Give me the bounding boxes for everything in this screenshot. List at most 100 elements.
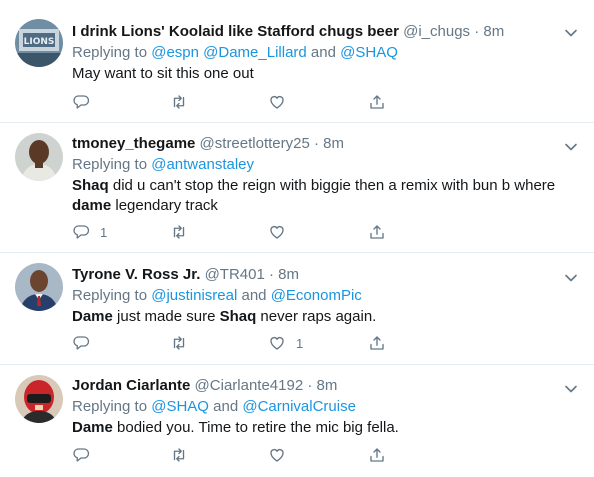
tweet-text-part: dame	[72, 197, 112, 214]
reply-icon	[73, 336, 90, 350]
user-handle[interactable]: @Ciarlante4192	[195, 377, 304, 394]
tweet-text-part: Shaq	[219, 308, 257, 325]
avatar[interactable]: LIONS	[15, 19, 63, 67]
replying-to-label: Replying to	[72, 156, 148, 173]
tweet-text: Dame bodied you. Time to retire the mic …	[72, 418, 564, 438]
avatar[interactable]	[15, 375, 63, 423]
chevron-down-icon[interactable]	[564, 26, 578, 40]
tweet-header: tmoney_thegame @streetlottery25 · 8m	[72, 134, 564, 154]
avatar[interactable]	[15, 263, 63, 311]
tweet-text-part: legendary track	[111, 197, 218, 214]
tweet[interactable]: LIONS I drink Lions' Koolaid like Staffo…	[0, 0, 594, 123]
svg-text:LIONS: LIONS	[24, 37, 55, 47]
share-button[interactable]	[368, 92, 386, 112]
user-handle[interactable]: @i_chugs	[403, 23, 470, 40]
reply-button[interactable]	[72, 333, 100, 353]
timestamp[interactable]: 8m	[278, 266, 299, 283]
timestamp[interactable]: 8m	[483, 23, 504, 40]
tweet[interactable]: Jordan Ciarlante @Ciarlante4192 · 8m Rep…	[0, 364, 594, 477]
like-button[interactable]	[268, 445, 296, 465]
tweet-header: I drink Lions' Koolaid like Stafford chu…	[72, 22, 564, 42]
retweet-button[interactable]	[170, 333, 198, 353]
tweet-header: Tyrone V. Ross Jr. @TR401 · 8m	[72, 265, 564, 285]
share-icon	[370, 95, 384, 109]
timestamp[interactable]: 8m	[317, 377, 338, 394]
like-button[interactable]: 1	[268, 333, 303, 353]
like-count: 1	[296, 335, 304, 351]
heart-icon	[270, 337, 284, 350]
separator-dot: ·	[269, 266, 274, 283]
tweet-actions	[72, 445, 492, 465]
heart-icon	[270, 96, 284, 109]
mention-link[interactable]: @Dame_Lillard	[203, 44, 307, 61]
share-icon	[370, 225, 384, 239]
mention-separator: and	[237, 287, 271, 304]
tweet-actions: 1	[72, 333, 492, 353]
heart-icon	[270, 226, 284, 239]
retweet-icon	[173, 448, 185, 462]
timestamp[interactable]: 8m	[323, 135, 344, 152]
separator-dot: ·	[314, 135, 319, 152]
reply-count: 1	[100, 224, 108, 240]
tweet-header: Jordan Ciarlante @Ciarlante4192 · 8m	[72, 376, 564, 396]
reply-icon	[73, 448, 90, 462]
chevron-down-icon[interactable]	[564, 140, 578, 154]
retweet-button[interactable]	[170, 445, 198, 465]
mention-link[interactable]: @espn	[151, 44, 199, 61]
tweet-text: Dame just made sure Shaq never raps agai…	[72, 307, 564, 327]
share-button[interactable]	[368, 333, 386, 353]
retweet-icon	[173, 336, 185, 350]
tweet-text: May want to sit this one out	[72, 64, 564, 84]
user-handle[interactable]: @TR401	[205, 266, 265, 283]
display-name[interactable]: Jordan Ciarlante	[72, 377, 190, 394]
chevron-down-icon[interactable]	[564, 382, 578, 396]
tweet-text: Shaq did u can't stop the reign with big…	[72, 176, 564, 216]
tweet-actions	[72, 92, 492, 112]
replying-to: Replying to @justinisreal and @EconomPic	[72, 286, 564, 306]
tweet-text-part: Dame	[72, 419, 113, 436]
mention-link[interactable]: @SHAQ	[340, 44, 398, 61]
reply-button[interactable]: 1	[72, 222, 107, 242]
share-button[interactable]	[368, 222, 386, 242]
replying-to-label: Replying to	[72, 398, 148, 415]
share-icon	[370, 448, 384, 462]
tweet-text-part: May want to sit this one out	[72, 65, 254, 82]
mention-separator: and	[306, 44, 341, 61]
share-button[interactable]	[368, 445, 386, 465]
separator-dot: ·	[474, 23, 480, 40]
avatar[interactable]	[15, 133, 63, 181]
retweet-button[interactable]	[170, 92, 198, 112]
tweet-text-part: Shaq	[72, 177, 109, 194]
reply-button[interactable]	[72, 92, 100, 112]
mention-link[interactable]: @EconomPic	[271, 287, 362, 304]
tweet-text-part: Dame	[72, 308, 113, 325]
heart-icon	[270, 449, 284, 462]
retweet-icon	[173, 95, 185, 109]
chevron-down-icon[interactable]	[564, 271, 578, 285]
replying-to: Replying to @espn @Dame_Lillard and @SHA…	[72, 43, 564, 63]
display-name[interactable]: Tyrone V. Ross Jr.	[72, 266, 200, 283]
like-button[interactable]	[268, 222, 296, 242]
mention-link[interactable]: @SHAQ	[151, 398, 209, 415]
tweet-text-part: never raps again.	[256, 308, 377, 325]
tweet-text-part: did u can't stop the reign with biggie t…	[108, 177, 556, 194]
mention-link[interactable]: @CarnivalCruise	[242, 398, 356, 415]
reply-icon	[73, 95, 90, 109]
tweet-text-part: bodied you. Time to retire the mic big f…	[112, 419, 399, 436]
mention-link[interactable]: @justinisreal	[151, 287, 237, 304]
display-name[interactable]: tmoney_thegame	[72, 135, 195, 152]
mention-link[interactable]: @antwanstaley	[151, 156, 254, 173]
retweet-button[interactable]	[170, 222, 198, 242]
tweet[interactable]: tmoney_thegame @streetlottery25 · 8m Rep…	[0, 122, 594, 253]
replying-to: Replying to @antwanstaley	[72, 155, 564, 175]
share-icon	[370, 336, 384, 350]
user-handle[interactable]: @streetlottery25	[200, 135, 310, 152]
display-name[interactable]: I drink Lions' Koolaid like Stafford chu…	[72, 23, 399, 40]
tweet[interactable]: Tyrone V. Ross Jr. @TR401 · 8m Replying …	[0, 252, 594, 365]
separator-dot: ·	[307, 377, 313, 394]
retweet-icon	[173, 225, 185, 239]
reply-icon	[73, 225, 90, 239]
like-button[interactable]	[268, 92, 296, 112]
replying-to: Replying to @SHAQ and @CarnivalCruise	[72, 397, 564, 417]
reply-button[interactable]	[72, 445, 100, 465]
